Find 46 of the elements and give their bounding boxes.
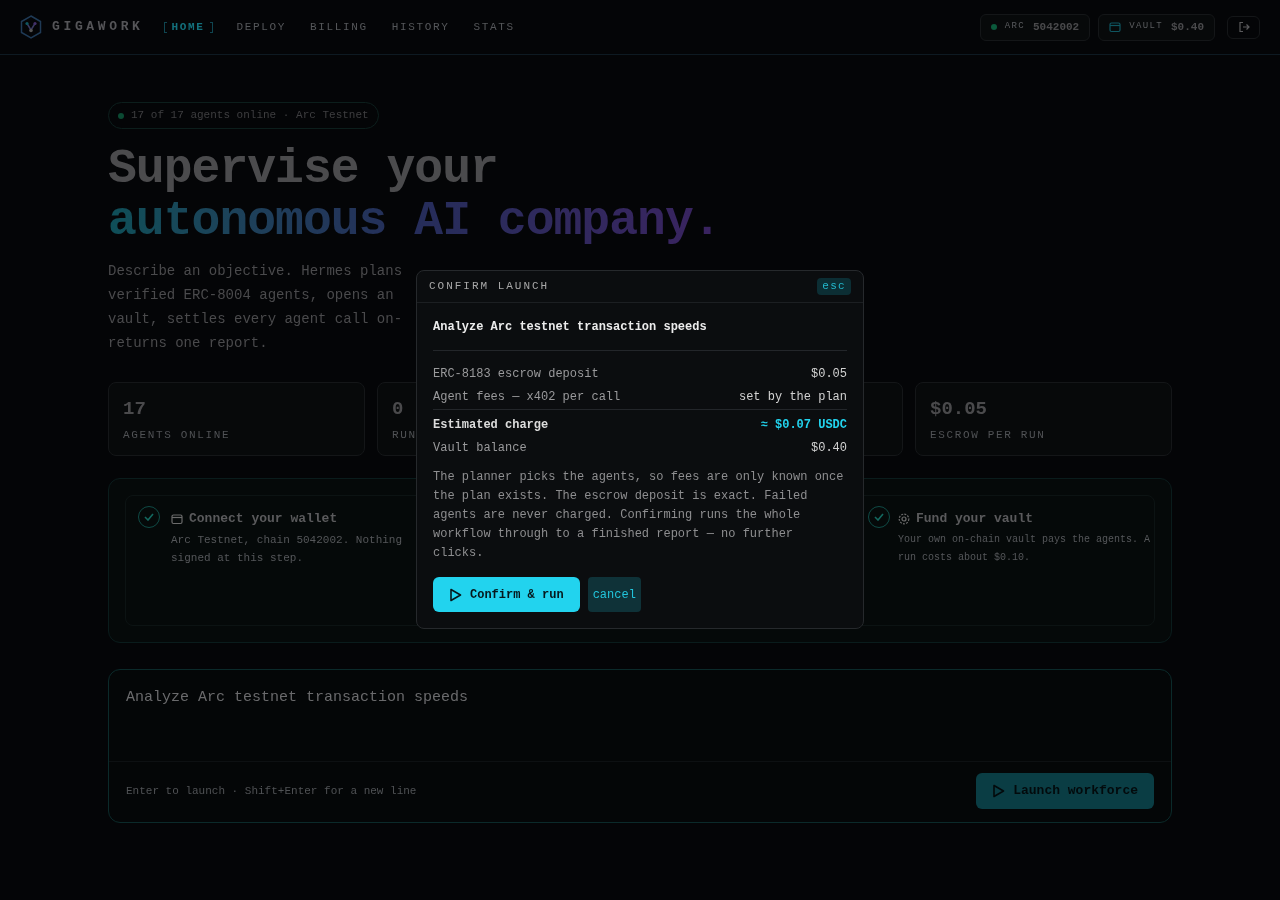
- play-icon: [992, 784, 1006, 798]
- row-value: set by the plan: [738, 388, 847, 406]
- nav-link[interactable]: HOME: [163, 18, 213, 36]
- step-title: Connect your wallet: [189, 510, 338, 528]
- chain-id: 5042002: [1033, 19, 1080, 35]
- dialog-objective: Analyze Arc testnet transaction speeds: [433, 318, 847, 351]
- row-value: $0.40: [811, 439, 847, 457]
- row-value: ≈ $0.07 USDC: [760, 417, 847, 434]
- vault-amount: $0.40: [1171, 19, 1204, 35]
- dialog-title: CONFIRM LAUNCH: [429, 279, 550, 295]
- step-title: Fund your vault: [916, 510, 1034, 528]
- row-value: $0.05: [811, 365, 847, 383]
- row-label: ERC-8183 escrow deposit: [433, 365, 599, 383]
- brand-name: GIGAWORK: [52, 18, 144, 37]
- play-icon: [449, 587, 462, 602]
- nav-link[interactable]: HISTORY: [391, 18, 450, 36]
- wallet-icon: [1109, 21, 1122, 33]
- row-label: Agent fees — x402 per call: [433, 388, 621, 406]
- wallet-icon: [171, 512, 183, 525]
- stat-label: RUN: [392, 428, 417, 443]
- stat-label: ESCROW PER RUN: [930, 428, 1046, 443]
- objective-input[interactable]: Analyze Arc testnet transaction speeds: [109, 670, 1171, 762]
- nav-link[interactable]: DEPLOY: [236, 18, 287, 36]
- stat-value: 0: [392, 397, 404, 421]
- logout-icon: [1237, 21, 1250, 33]
- vault-label: VAULT: [1129, 20, 1163, 34]
- logout-button[interactable]: [1227, 15, 1260, 39]
- nav-link[interactable]: BILLING: [310, 18, 368, 36]
- step-description: Your own on-chain vault pays the agents. A run costs about $0.10.: [898, 532, 1151, 565]
- chain-label: ARC: [1004, 20, 1025, 34]
- esc-button[interactable]: esc: [817, 278, 851, 295]
- confirm-button[interactable]: Confirm & run: [433, 577, 580, 612]
- row-label: Estimated charge: [433, 417, 549, 434]
- nav-link[interactable]: STATS: [473, 18, 515, 36]
- logo-icon: [20, 15, 42, 39]
- step-description: Arc Testnet, chain 5042002. Nothing signed at this step.: [171, 532, 403, 566]
- row-label: Vault balance: [433, 439, 527, 457]
- stat-label: AGENTS ONLINE: [123, 428, 231, 443]
- dialog-note: The planner picks the agents, so fees are only known once the plan exists. The escrow deposit is exact. Failed agents are never charged. Confirming runs the whole workflow through to a finished report — no further clicks.: [433, 469, 845, 562]
- headline: Supervise your: [108, 143, 499, 195]
- description: Describe an objective. Hermes plans verified ERC-8004 agents, opens an vault, settles every agent call on- returns one report.: [108, 262, 403, 353]
- keyboard-hint: Enter to launch · Shift+Enter for a new line: [126, 783, 417, 799]
- stat-value: 17: [123, 397, 146, 421]
- cancel-button[interactable]: cancel: [587, 577, 641, 612]
- gear-icon: [898, 512, 910, 525]
- stat-value: $0.05: [930, 397, 987, 421]
